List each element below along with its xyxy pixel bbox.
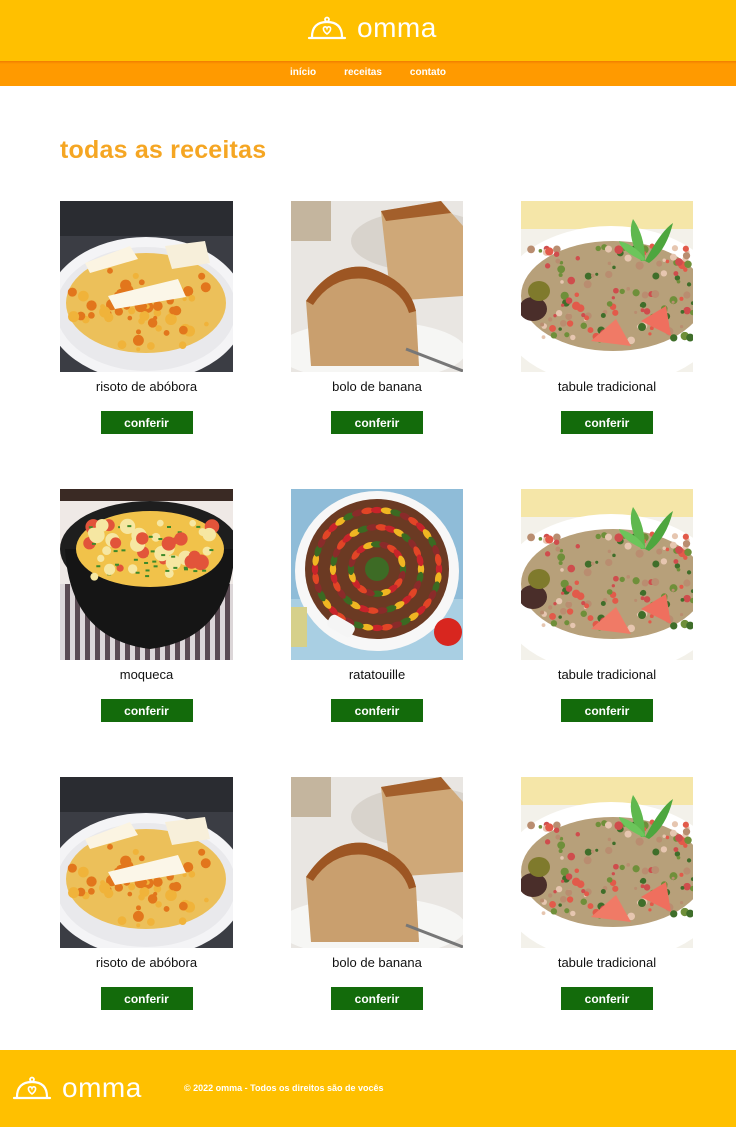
conferir-button[interactable]: conferir [100,987,193,1010]
conferir-button[interactable]: conferir [331,699,423,722]
recipe-title: risoto de abóbora [95,955,198,970]
conferir-button[interactable]: conferir [331,987,423,1010]
cake-photo [291,201,463,372]
brand-name: omma [62,1072,142,1103]
tabbouleh-photo [521,201,693,372]
recipe-title: ratatouille [348,667,406,682]
recipe-image[interactable] [60,201,233,372]
recipe-card: moqueca conferir [60,489,233,722]
recipe-card: risoto de abóbora conferir [60,201,233,434]
nav-link-inicio[interactable]: início [290,66,316,80]
recipe-image[interactable] [291,201,463,372]
risotto-photo [60,201,233,372]
nav-link-receitas[interactable]: receitas [344,66,382,80]
cloche-icon [307,16,347,40]
recipe-title: bolo de banana [332,379,422,394]
header-logo[interactable]: omma [307,13,437,43]
recipe-card: risoto de abóbora conferir [60,777,233,1010]
recipe-image[interactable] [60,489,233,660]
footer-copyright: © 2022 omma - Todos os direitos são de v… [184,1083,384,1093]
conferir-button[interactable]: conferir [561,987,653,1010]
recipe-grid: risoto de abóbora conferir bolo de banan… [60,201,693,1010]
main-nav: início receitas contato [0,66,736,80]
footer-logo[interactable]: omma [12,1073,142,1103]
nav-link-contato[interactable]: contato [410,66,446,80]
conferir-button[interactable]: conferir [331,411,423,434]
recipe-title: moqueca [119,667,174,682]
moqueca-photo [60,489,233,660]
cake-photo [291,777,463,948]
recipe-image[interactable] [291,777,463,948]
tabbouleh-photo [521,489,693,660]
page-title: todas as receitas [60,136,267,164]
recipe-card: tabule tradicional conferir [521,201,693,434]
recipe-title: risoto de abóbora [95,379,198,394]
recipe-image[interactable] [521,489,693,660]
recipe-title: tabule tradicional [557,667,657,682]
conferir-button[interactable]: conferir [100,699,193,722]
recipe-card: bolo de banana conferir [291,201,463,434]
risotto-photo [60,777,233,948]
recipe-image[interactable] [521,777,693,948]
recipe-title: tabule tradicional [557,379,657,394]
conferir-button[interactable]: conferir [561,699,653,722]
recipe-card: tabule tradicional conferir [521,777,693,1010]
ratatouille-photo [291,489,463,660]
brand-name: omma [357,12,437,43]
recipe-image[interactable] [521,201,693,372]
conferir-button[interactable]: conferir [561,411,653,434]
recipe-card: ratatouille conferir [291,489,463,722]
cloche-icon [12,1076,52,1100]
tabbouleh-photo [521,777,693,948]
recipe-title: bolo de banana [332,955,422,970]
recipe-title: tabule tradicional [557,955,657,970]
conferir-button[interactable]: conferir [100,411,193,434]
recipe-image[interactable] [291,489,463,660]
recipe-image[interactable] [60,777,233,948]
recipe-card: bolo de banana conferir [291,777,463,1010]
recipe-card: tabule tradicional conferir [521,489,693,722]
